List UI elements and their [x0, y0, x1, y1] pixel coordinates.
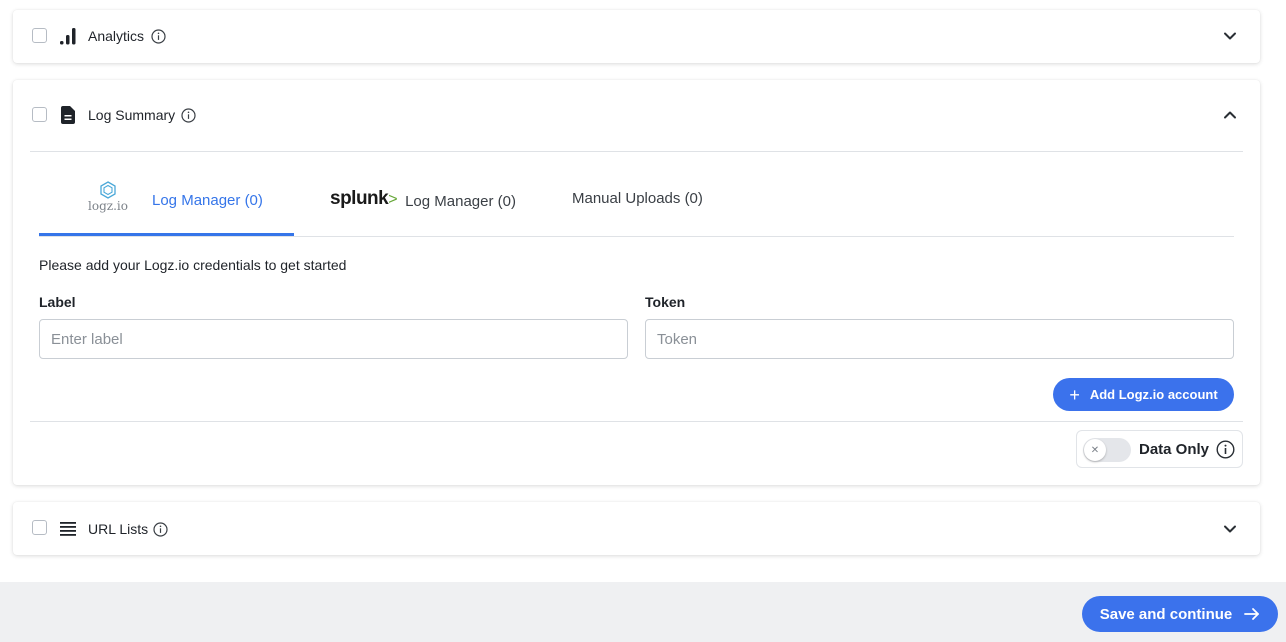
splunk-logo: splunk> — [330, 188, 398, 209]
url-lists-section: URL Lists — [13, 502, 1260, 555]
add-logz-account-label: Add Logz.io account — [1089, 387, 1218, 402]
add-logz-account-button[interactable]: + Add Logz.io account — [1053, 378, 1234, 411]
chevron-down-icon[interactable] — [1222, 521, 1238, 537]
toggle-off-icon: ✕ — [1084, 439, 1106, 461]
data-only-label: Data Only — [1139, 441, 1210, 458]
splunk-chevron-icon: > — [388, 191, 398, 208]
footer-bar: Save and continue — [0, 582, 1286, 642]
tab-logz-io-label: Log Manager (0) — [152, 191, 263, 209]
log-summary-header[interactable]: Log Summary — [13, 80, 1260, 150]
data-only-toggle[interactable]: ✕ — [1083, 438, 1131, 462]
log-summary-checkbox[interactable] — [32, 107, 47, 122]
tab-manual-uploads[interactable]: Manual Uploads (0) — [572, 188, 703, 208]
tab-splunk-label: Log Manager (0) — [405, 192, 516, 210]
info-icon[interactable] — [181, 108, 196, 123]
credentials-intro: Please add your Logz.io credentials to g… — [39, 257, 347, 273]
tabs-divider — [39, 236, 1234, 237]
info-icon[interactable] — [151, 29, 166, 44]
tab-logz-io[interactable]: logz.io Log Manager (0) — [84, 177, 263, 217]
chevron-down-icon[interactable] — [1222, 28, 1238, 44]
document-icon — [59, 105, 77, 125]
token-input[interactable] — [645, 319, 1234, 359]
label-input[interactable] — [39, 319, 628, 359]
header-divider — [30, 151, 1243, 152]
token-field-label: Token — [645, 294, 686, 310]
arrow-right-icon — [1244, 607, 1260, 621]
logz-cube-icon — [100, 181, 116, 199]
save-and-continue-label: Save and continue — [1099, 605, 1233, 623]
url-lists-title: URL Lists — [88, 521, 149, 537]
analytics-checkbox[interactable] — [32, 28, 47, 43]
bar-chart-icon — [59, 26, 77, 46]
log-summary-title: Log Summary — [88, 107, 176, 123]
list-icon — [59, 519, 77, 539]
tab-splunk[interactable]: splunk> Log Manager (0) — [330, 186, 516, 212]
url-lists-checkbox[interactable] — [32, 520, 47, 535]
analytics-section: Analytics — [13, 10, 1260, 63]
logz-io-logo-text: logz.io — [88, 199, 128, 213]
analytics-header[interactable]: Analytics — [13, 10, 1260, 64]
log-summary-section: Log Summary — [13, 80, 1260, 485]
logz-io-logo: logz.io — [84, 181, 132, 213]
analytics-title: Analytics — [88, 28, 145, 44]
active-tab-indicator — [39, 233, 294, 236]
info-icon[interactable] — [153, 522, 168, 537]
info-icon[interactable] — [1216, 440, 1235, 459]
data-only-control: ✕ Data Only — [1076, 430, 1243, 468]
label-field-label: Label — [39, 294, 76, 310]
plus-icon: + — [1069, 384, 1080, 405]
tab-manual-uploads-label: Manual Uploads (0) — [572, 189, 703, 207]
url-lists-header[interactable]: URL Lists — [13, 502, 1260, 556]
form-divider — [30, 421, 1243, 422]
save-and-continue-button[interactable]: Save and continue — [1082, 596, 1278, 632]
chevron-up-icon[interactable] — [1222, 107, 1238, 123]
